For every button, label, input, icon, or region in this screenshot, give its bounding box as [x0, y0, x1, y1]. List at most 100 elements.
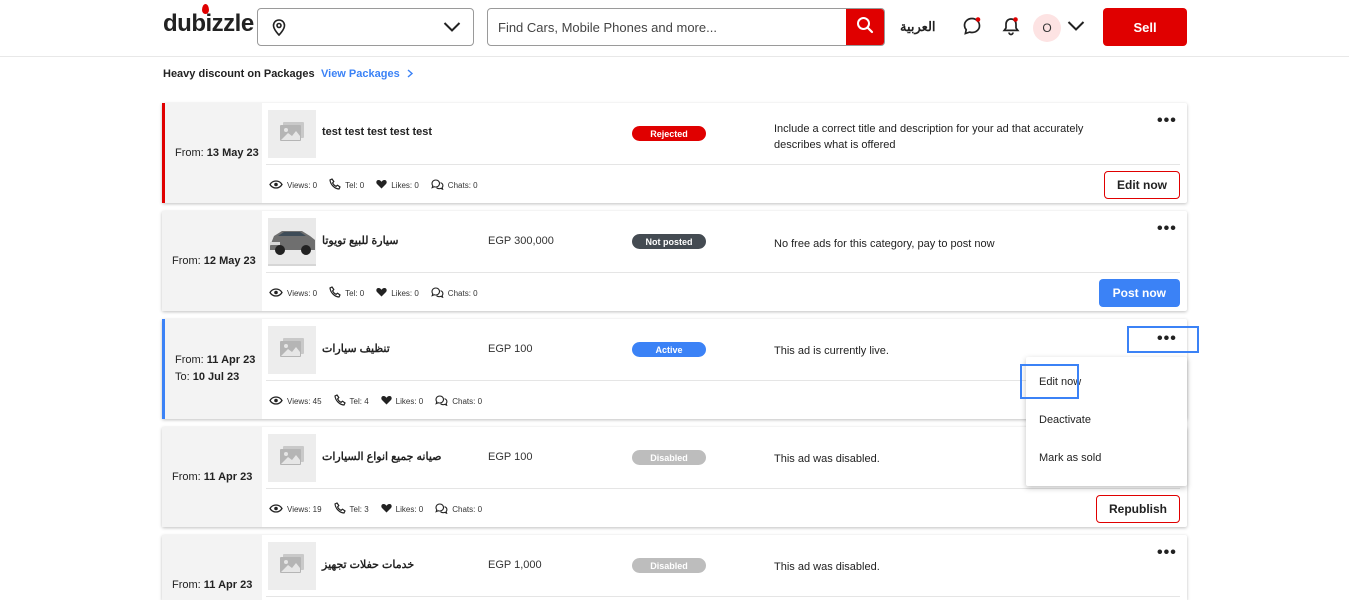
chats-count: Chats: 0 [452, 504, 483, 514]
ad-title[interactable]: صيانه جميع انواع السيارات [322, 450, 442, 463]
heart-icon [376, 287, 391, 299]
edit-now-button[interactable]: Edit now [1104, 171, 1180, 199]
ad-thumbnail[interactable] [268, 218, 316, 266]
from-label: From: [172, 255, 201, 267]
menu-item-mark-as-sold[interactable]: Mark as sold [1039, 452, 1101, 464]
views-count: Views: 19 [287, 504, 322, 514]
divider [266, 488, 1180, 489]
divider [266, 596, 1180, 597]
status-badge: Rejected [632, 126, 706, 141]
avatar[interactable]: O [1033, 14, 1061, 42]
top-header: dubizzle العربية O Sell [0, 0, 1349, 57]
ad-card: From: 11 Apr 23 خدمات حفلات تجهيز EGP 1,… [162, 535, 1187, 600]
image-placeholder-icon [279, 553, 305, 580]
from-date: 11 Apr 23 [203, 579, 253, 591]
from-date: 11 Apr 23 [203, 471, 253, 483]
ad-date-column: From: 11 Apr 23 To: 10 Jul 23 [162, 319, 262, 419]
chats-count: Chats: 0 [447, 180, 478, 190]
search-input[interactable] [488, 9, 847, 45]
image-placeholder-icon [279, 337, 305, 364]
from-date: 11 Apr 23 [206, 354, 256, 366]
ad-thumbnail[interactable] [268, 434, 316, 482]
ad-stats: Views: 0 Tel: 0 Likes: 0 Chats: 0 [269, 178, 490, 192]
tel-count: Tel: 3 [349, 504, 369, 514]
likes-count: Likes: 0 [391, 288, 419, 298]
view-packages-label: View Packages [321, 68, 400, 80]
views-count: Views: 0 [287, 288, 318, 298]
ad-date-column: From: 12 May 23 [162, 211, 262, 311]
chevron-down-icon [443, 20, 461, 38]
ad-price: EGP 1,000 [488, 559, 542, 571]
to-label: To: [175, 371, 190, 383]
status-badge: Not posted [632, 234, 706, 249]
ad-thumbnail[interactable] [268, 110, 316, 158]
from-label: From: [172, 579, 201, 591]
ad-stats: Views: 0 Tel: 0 Likes: 0 Chats: 0 [269, 286, 490, 300]
chat-bubbles-icon [435, 394, 452, 408]
chevron-right-icon [403, 68, 414, 80]
chat-icon[interactable] [962, 16, 982, 41]
ad-date-column: From: 13 May 23 [162, 103, 262, 203]
profile-chevron-down-icon[interactable] [1067, 19, 1085, 37]
status-message: This ad was disabled. [774, 561, 880, 573]
phone-icon [333, 502, 350, 516]
tel-count: Tel: 0 [345, 288, 365, 298]
search-button[interactable] [846, 9, 884, 45]
ad-title[interactable]: تنظيف سيارات [322, 342, 390, 355]
highlight-edit-now [1020, 364, 1079, 399]
language-toggle[interactable]: العربية [900, 19, 936, 35]
ad-stats: Views: 45 Tel: 4 Likes: 0 Chats: 0 [269, 394, 494, 408]
ad-stats: Views: 19 Tel: 3 Likes: 0 Chats: 0 [269, 502, 494, 516]
from-label: From: [175, 147, 204, 159]
status-badge: Disabled [632, 450, 706, 465]
sell-button[interactable]: Sell [1103, 8, 1187, 46]
ad-title[interactable]: سيارة للبيع تويوتا [322, 234, 398, 247]
menu-item-deactivate[interactable]: Deactivate [1039, 414, 1091, 426]
post-now-button[interactable]: Post now [1098, 279, 1180, 307]
location-selector[interactable] [257, 8, 474, 46]
more-options-icon[interactable]: ••• [1157, 113, 1177, 129]
eye-icon [269, 179, 287, 191]
ad-date-column: From: 11 Apr 23 [162, 427, 262, 527]
eye-icon [269, 395, 287, 407]
search-icon [856, 16, 874, 39]
chats-count: Chats: 0 [447, 288, 478, 298]
from-date: 12 May 23 [203, 255, 256, 267]
ad-card: From: 12 May 23 سيارة للبيع تويوتا EGP 3… [162, 211, 1187, 311]
ad-title[interactable]: خدمات حفلات تجهيز [322, 558, 414, 571]
more-options-icon[interactable]: ••• [1157, 221, 1177, 237]
ad-date-column: From: 11 Apr 23 [162, 535, 262, 600]
ad-thumbnail[interactable] [268, 542, 316, 590]
status-badge: Disabled [632, 558, 706, 573]
eye-icon [269, 287, 287, 299]
status-badge: Active [632, 342, 706, 357]
dubizzle-logo[interactable]: dubizzle [163, 4, 254, 38]
republish-button[interactable]: Republish [1095, 495, 1180, 523]
bell-icon[interactable] [1001, 16, 1021, 41]
to-date: 10 Jul 23 [192, 371, 240, 383]
ad-price: EGP 300,000 [488, 235, 554, 247]
more-options-icon[interactable]: ••• [1157, 545, 1177, 561]
phone-icon [329, 178, 345, 192]
ad-title[interactable]: test test test test test [322, 126, 432, 138]
heart-icon [380, 503, 396, 515]
heart-icon [376, 179, 391, 191]
from-label: From: [172, 471, 201, 483]
divider [266, 272, 1180, 273]
car-photo-icon [268, 218, 316, 266]
likes-count: Likes: 0 [391, 180, 419, 190]
ad-price: EGP 100 [488, 451, 533, 463]
from-label: From: [175, 354, 204, 366]
tel-count: Tel: 0 [345, 180, 365, 190]
view-packages-link[interactable]: View Packages [321, 68, 414, 80]
location-pin-icon [272, 19, 286, 41]
status-message: No free ads for this category, pay to po… [774, 238, 995, 250]
ad-thumbnail[interactable] [268, 326, 316, 374]
phone-icon [333, 394, 350, 408]
chats-count: Chats: 0 [452, 396, 483, 406]
ad-card: From: 13 May 23 test test test test test… [162, 103, 1187, 203]
from-date: 13 May 23 [206, 147, 259, 159]
image-placeholder-icon [279, 445, 305, 472]
logo-flame-icon [202, 4, 209, 14]
promo-text: Heavy discount on Packages [163, 68, 315, 80]
